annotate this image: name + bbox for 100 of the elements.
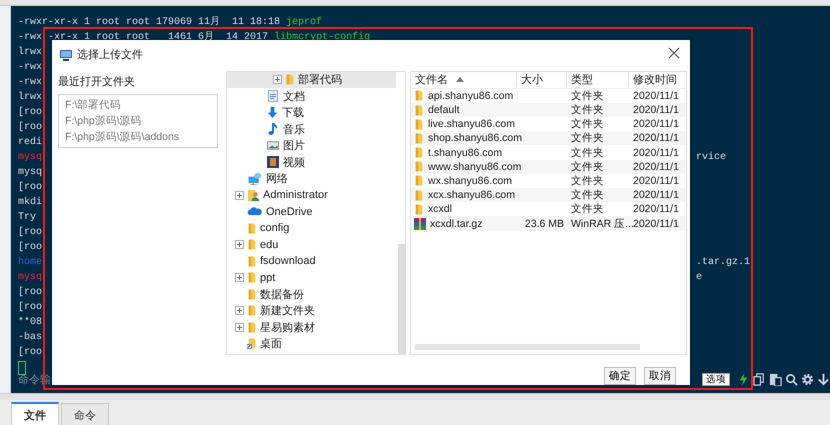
tree-item[interactable]: fsdownload [227,253,396,270]
column-header[interactable]: 大小 [517,72,567,88]
tree-item[interactable]: 图片 [227,138,396,154]
file-date: 2020/11/1 [633,132,679,144]
column-header[interactable]: 文件名 [411,72,517,88]
tree-label: Administrator [263,189,328,202]
file-type: 文件夹 [571,203,604,216]
file-row[interactable]: shop.shanyu86.com 文件夹 2020/11/1 [411,131,686,146]
folder-icon [247,320,257,334]
tree-item[interactable]: 视频 [227,154,396,171]
document-icon [268,90,278,102]
folder-icon [414,160,424,174]
column-header[interactable]: 修改时间 [629,72,686,88]
expand-icon[interactable] [235,322,244,332]
folder-icon [414,146,424,160]
tree-label: OneDrive [266,206,312,218]
file-date: 2020/11/1 [633,189,679,202]
tree-item[interactable]: 数据备份 [227,286,396,303]
tree-item[interactable]: 文档 [227,88,396,105]
terminal-text: jeprof [286,16,322,30]
paste-icon[interactable] [769,372,782,386]
recent-folder[interactable]: F:\php源码\源码 [65,112,211,129]
cloud-icon [247,206,263,218]
file-row[interactable]: live.shanyu86.com 文件夹 2020/11/1 [411,117,686,132]
expand-icon[interactable] [235,273,244,282]
tree-item[interactable]: 网络 [227,170,396,188]
tree-item[interactable]: config [227,220,396,237]
expand-icon[interactable] [235,240,244,250]
file-date: 2020/11/1 [633,118,679,130]
monitor-icon [60,48,72,61]
tree-item[interactable]: edu [227,236,396,254]
dialog-button[interactable]: 取消 [644,367,676,385]
tree-item[interactable]: 音乐 [227,121,396,138]
folder-icon [247,271,257,284]
file-name: api.shanyu86.com [428,90,514,102]
file-row[interactable]: www.shanyu86.com 文件夹 2020/11/1 [411,160,686,174]
terminal-text: -xr-x 1 root root 1461 6月 14 2017 [48,30,270,45]
scrollbar-thumb[interactable] [398,244,405,354]
file-name: live.shanyu86.com [428,118,515,130]
terminal-text: lrwx [18,46,42,60]
tab[interactable]: 命令 [61,403,109,425]
recent-folder[interactable]: F:\部署代码 [65,96,211,113]
tree-item[interactable]: 星易购素材 [227,319,396,336]
expand-icon[interactable] [273,75,282,84]
tree-item[interactable]: 部署代码 [227,72,396,88]
tree-item[interactable]: Administrator [227,187,396,204]
tree-label: 图片 [283,139,305,154]
file-row[interactable]: api.shanyu86.com 文件夹 2020/11/1 [411,88,686,103]
terminal-text: -bas [18,330,42,345]
file-row[interactable]: wx.shanyu86.com 文件夹 2020/11/1 [411,174,686,188]
file-row[interactable]: xcx.shanyu86.com 文件夹 2020/11/1 [411,188,686,202]
recent-folder[interactable]: F:\php源码\源码\addons [65,128,211,145]
terminal-text: [roo [18,226,42,240]
scrollbar-thumb[interactable] [415,344,640,350]
file-date: 2020/11/1 [633,90,679,102]
terminal-text: [roo [18,240,42,255]
tree-label: 网络 [266,172,288,186]
file-name: www.shanyu86.com [428,160,522,173]
file-type: 文件夹 [571,146,604,159]
search-icon[interactable] [785,372,798,386]
network-icon [247,172,263,186]
terminal-line: rvice [696,150,726,165]
tree-item[interactable]: 桌面 [227,336,396,352]
tree-label: 桌面 [260,336,282,352]
column-header[interactable]: 类型 [567,72,629,88]
tree-item[interactable]: ppt [227,270,396,286]
tab[interactable]: 文件 [11,402,59,425]
dialog-button[interactable]: 确定 [604,367,636,385]
file-row[interactable]: default 文件夹 2020/11/1 [411,102,686,118]
file-type: 文件夹 [571,90,604,102]
terminal-text: libmcrypt-config [274,30,370,45]
terminal-text: mkdi [18,196,42,210]
folder-icon [285,73,295,86]
tree-label: 下载 [282,106,304,120]
file-date: 2020/11/1 [633,146,679,159]
copy-icon[interactable] [753,372,766,386]
terminal-text: -rwx [18,76,42,90]
file-date: 2020/11/1 [633,203,679,216]
folder-icon [247,288,257,301]
file-name: xcx.shanyu86.com [428,189,515,202]
lightning-icon[interactable] [737,372,750,386]
folder-icon [247,238,257,252]
tree-item[interactable]: 下载 [227,104,396,122]
tree-label: config [260,222,290,234]
file-size: 23.6 MB [524,218,564,230]
folder-icon [414,118,424,131]
folder-icon [414,188,424,202]
file-row[interactable]: xcxdl 文件夹 2020/11/1 [411,202,686,216]
terminal-text: [roo [18,300,42,315]
expand-icon[interactable] [235,306,244,316]
file-row[interactable]: t.shanyu86.com 文件夹 2020/11/1 [411,145,686,160]
expand-icon[interactable] [235,190,244,200]
settings-icon[interactable] [801,372,814,386]
file-row[interactable]: xcxdl.tar.gz 23.6 MB WinRAR 压...2020/11/1 [411,216,686,231]
tree-item[interactable]: 新建文件夹 [227,302,396,320]
options-button[interactable]: 选项 [702,372,730,386]
tree-item[interactable]: OneDrive [227,204,396,220]
download-arrow-icon[interactable] [817,372,830,386]
tree-label: 新建文件夹 [260,304,315,318]
tree-label: edu [260,238,278,251]
